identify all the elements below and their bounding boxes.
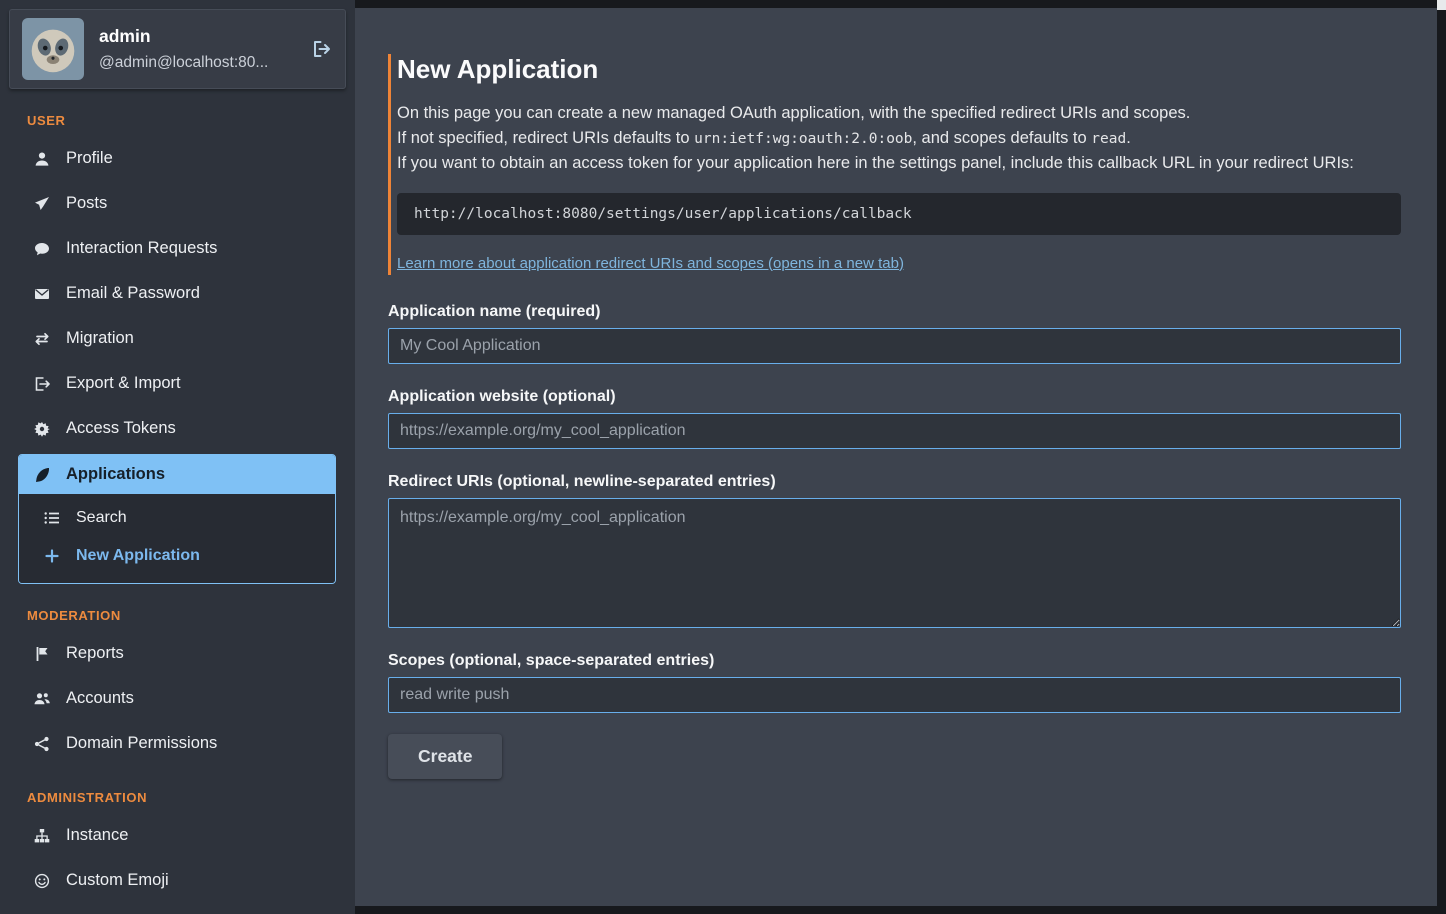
inline-code-read: read: [1091, 131, 1126, 147]
sidebar-item-label: Custom Emoji: [66, 871, 169, 890]
sidebar-item-export-import[interactable]: Export & Import: [0, 361, 355, 406]
sidebar-item-domain-permissions[interactable]: Domain Permissions: [0, 721, 355, 766]
users-icon: [33, 691, 51, 707]
application-website-label: Application website (optional): [388, 388, 1401, 406]
callback-url-code: http://localhost:8080/settings/user/appl…: [397, 193, 1401, 235]
sidebar-item-email-password[interactable]: Email & Password: [0, 271, 355, 316]
intro-line-2: If not specified, redirect URIs defaults…: [397, 126, 1401, 152]
sidebar-item-label: Search: [76, 509, 127, 527]
sidebar-item-applications[interactable]: Applications: [19, 455, 335, 494]
learn-more-link[interactable]: Learn more about application redirect UR…: [397, 255, 904, 272]
sidebar-item-interaction-requests[interactable]: Interaction Requests: [0, 226, 355, 271]
sidebar-item-label: Posts: [66, 194, 107, 213]
intro-block: New Application On this page you can cre…: [388, 54, 1401, 275]
sidebar-item-label: Export & Import: [66, 374, 181, 393]
sidebar-item-label: Instance: [66, 826, 128, 845]
scrollbar-track[interactable]: [1437, 0, 1446, 914]
user-info: admin @admin@localhost:80...: [99, 26, 292, 72]
user-name: admin: [99, 26, 292, 47]
sidebar-item-reports[interactable]: Reports: [0, 631, 355, 676]
inline-code-oob: urn:ietf:wg:oauth:2.0:oob: [694, 131, 912, 147]
sidebar-item-profile[interactable]: Profile: [0, 136, 355, 181]
scrollbar-thumb[interactable]: [1437, 0, 1446, 10]
sidebar-item-instance[interactable]: Instance: [0, 813, 355, 858]
user-card[interactable]: admin @admin@localhost:80...: [9, 9, 346, 89]
export-icon: [33, 376, 51, 392]
avatar: [22, 18, 84, 80]
sidebar-item-migration[interactable]: Migration: [0, 316, 355, 361]
transfer-icon: [33, 331, 51, 347]
new-application-form: Application name (required) Application …: [388, 303, 1401, 779]
logout-icon[interactable]: [311, 38, 333, 60]
sidebar-item-label: New Application: [76, 547, 200, 565]
sidebar-item-actions[interactable]: Actions: [0, 903, 355, 914]
sidebar-item-posts[interactable]: Posts: [0, 181, 355, 226]
application-name-label: Application name (required): [388, 303, 1401, 321]
application-name-input[interactable]: [388, 328, 1401, 364]
sidebar-item-label: Access Tokens: [66, 419, 176, 438]
list-icon: [43, 510, 61, 526]
sidebar: admin @admin@localhost:80... USER Profile…: [0, 0, 355, 914]
paper-plane-icon: [33, 196, 51, 212]
main-panel: New Application On this page you can cre…: [355, 8, 1437, 906]
sidebar-item-label: Migration: [66, 329, 134, 348]
create-button[interactable]: Create: [388, 734, 502, 779]
intro-line-3: If you want to obtain an access token fo…: [397, 151, 1401, 176]
sidebar-item-label: Reports: [66, 644, 124, 663]
sidebar-item-label: Domain Permissions: [66, 734, 217, 753]
redirect-uris-label: Redirect URIs (optional, newline-separat…: [388, 473, 1401, 491]
sidebar-item-label: Email & Password: [66, 284, 200, 303]
user-icon: [33, 151, 51, 167]
sidebar-item-custom-emoji[interactable]: Custom Emoji: [0, 858, 355, 903]
smile-icon: [33, 873, 51, 889]
sidebar-item-label: Accounts: [66, 689, 134, 708]
sidebar-item-label: Applications: [66, 465, 165, 484]
intro-line-1: On this page you can create a new manage…: [397, 101, 1401, 126]
certificate-icon: [33, 421, 51, 437]
sidebar-item-new-application[interactable]: New Application: [19, 537, 335, 575]
envelope-icon: [33, 286, 51, 302]
comment-icon: [33, 241, 51, 257]
user-handle: @admin@localhost:80...: [99, 54, 292, 72]
sidebar-item-access-tokens[interactable]: Access Tokens: [0, 406, 355, 451]
application-website-input[interactable]: [388, 413, 1401, 449]
plus-icon: [43, 548, 61, 564]
sitemap-icon: [33, 828, 51, 844]
feather-icon: [33, 467, 51, 483]
section-label-moderation: MODERATION: [27, 608, 355, 623]
submenu-applications: Search New Application: [19, 494, 335, 583]
scopes-label: Scopes (optional, space-separated entrie…: [388, 652, 1401, 670]
page-title: New Application: [397, 54, 1401, 85]
sidebar-item-label: Profile: [66, 149, 113, 168]
redirect-uris-textarea[interactable]: [388, 498, 1401, 628]
sidebar-nav: USER Profile Posts Interaction Requests Emai…: [0, 113, 355, 914]
section-label-user: USER: [27, 113, 355, 128]
sidebar-item-search[interactable]: Search: [19, 499, 335, 537]
nav-group-applications: Applications Search New Application: [18, 454, 336, 584]
flag-icon: [33, 646, 51, 662]
share-icon: [33, 736, 51, 752]
scopes-input[interactable]: [388, 677, 1401, 713]
section-label-administration: ADMINISTRATION: [27, 790, 355, 805]
sidebar-item-accounts[interactable]: Accounts: [0, 676, 355, 721]
sidebar-item-label: Interaction Requests: [66, 239, 217, 258]
